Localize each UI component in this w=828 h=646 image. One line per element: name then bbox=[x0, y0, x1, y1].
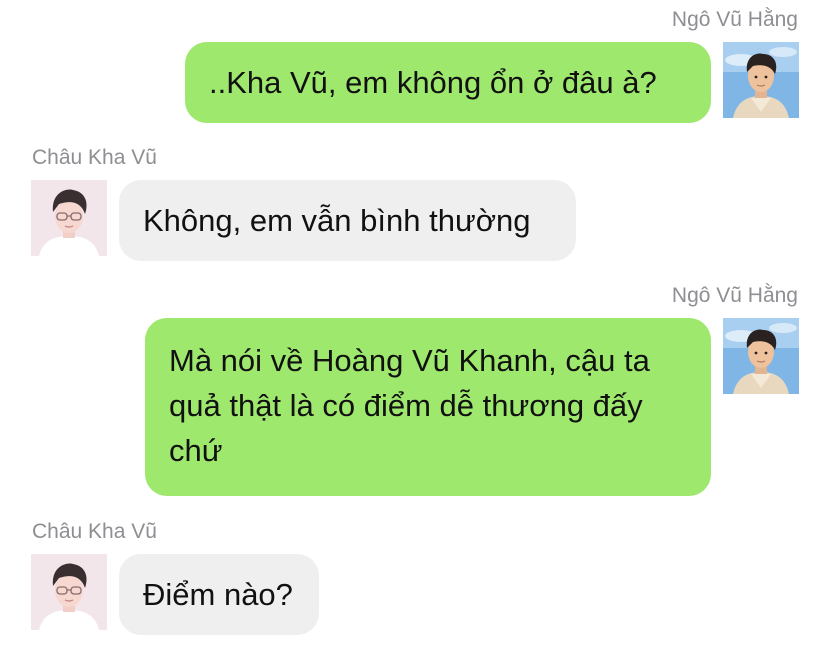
outgoing-message-bubble[interactable]: ..Kha Vũ, em không ổn ở đâu à? bbox=[185, 42, 711, 123]
message-text: Điểm nào? bbox=[143, 577, 293, 612]
sky-boy-avatar-icon[interactable] bbox=[723, 318, 799, 394]
sender-name: Châu Kha Vũ bbox=[32, 520, 157, 543]
glasses-boy-avatar-icon[interactable] bbox=[31, 554, 107, 630]
message-text: ..Kha Vũ, em không ổn ở đâu à? bbox=[209, 65, 657, 100]
incoming-message-bubble[interactable]: Không, em vẫn bình thường bbox=[119, 180, 576, 261]
glasses-boy-avatar-icon[interactable] bbox=[31, 180, 107, 256]
chat-thread: Ngô Vũ Hằng ..Kha Vũ, em không ổn ở đâu … bbox=[0, 0, 828, 646]
message-text: Không, em vẫn bình thường bbox=[143, 203, 531, 238]
incoming-message-bubble[interactable]: Điểm nào? bbox=[119, 554, 319, 635]
sender-name: Ngô Vũ Hằng bbox=[671, 284, 798, 307]
sky-boy-avatar-icon[interactable] bbox=[723, 42, 799, 118]
outgoing-message-bubble[interactable]: Mà nói về Hoàng Vũ Khanh, cậu ta quả thậ… bbox=[145, 318, 711, 496]
sender-name: Ngô Vũ Hằng bbox=[671, 8, 798, 31]
message-text: Mà nói về Hoàng Vũ Khanh, cậu ta quả thậ… bbox=[169, 343, 650, 468]
sender-name: Châu Kha Vũ bbox=[32, 146, 157, 169]
